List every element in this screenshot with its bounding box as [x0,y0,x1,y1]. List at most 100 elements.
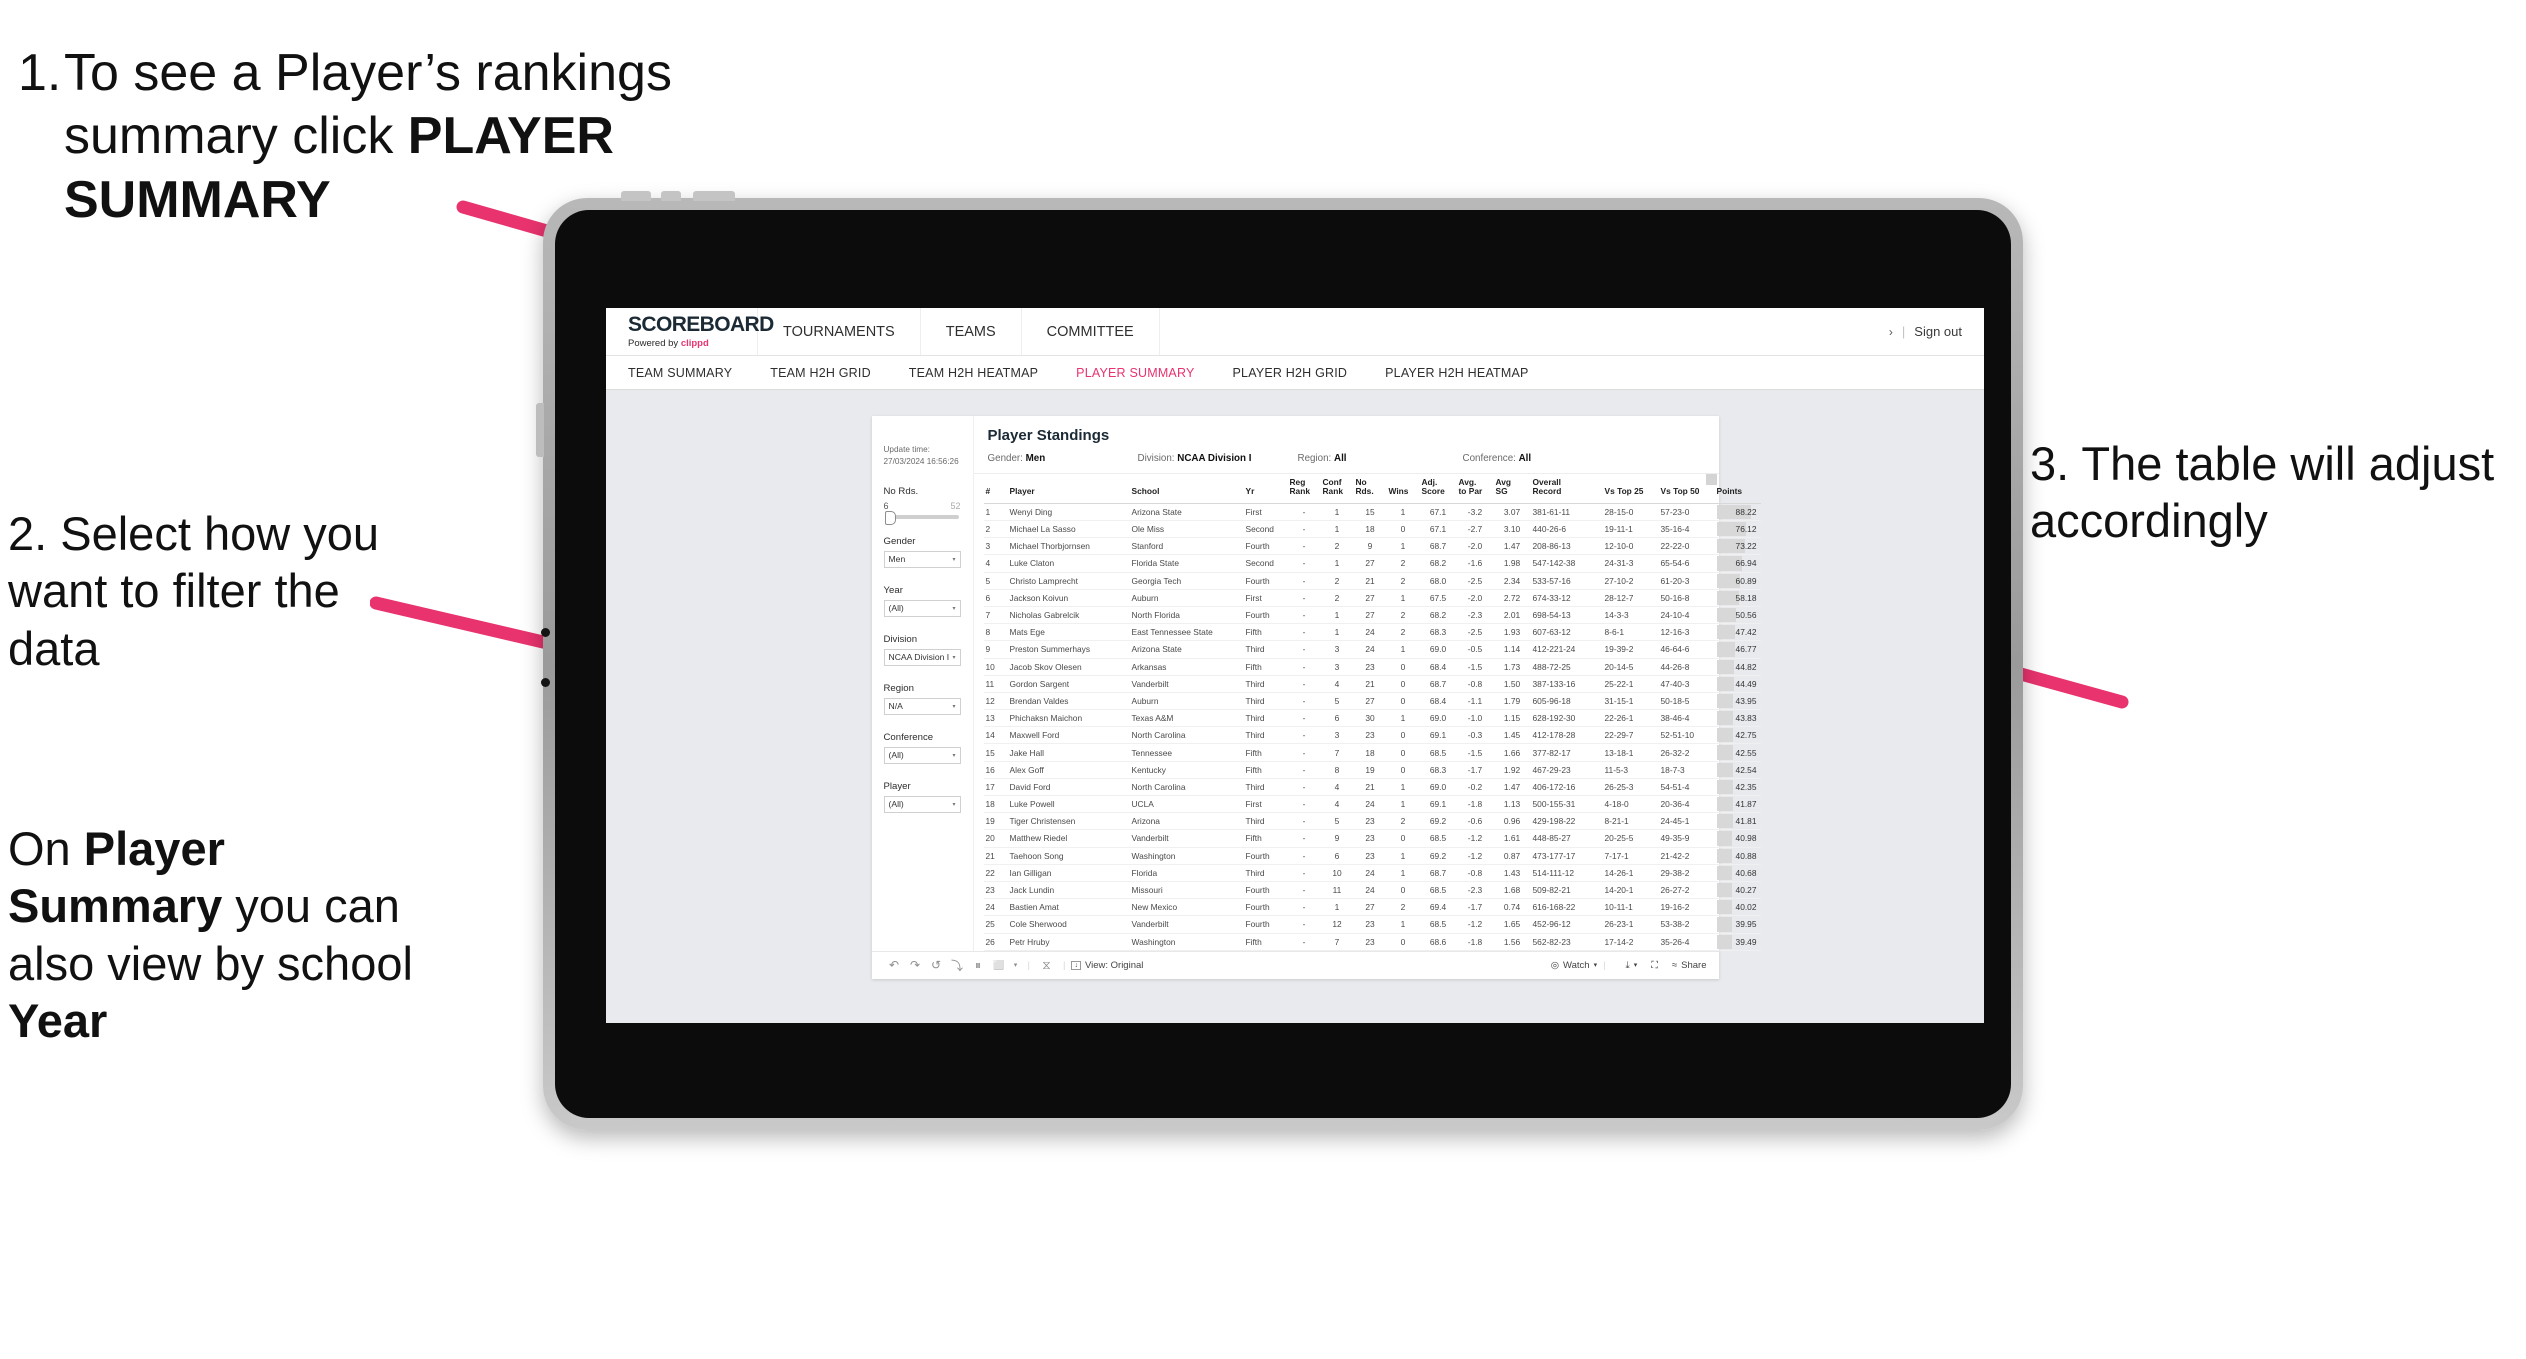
nav-item-committee[interactable]: COMMITTEE [1022,308,1160,355]
column-header-points[interactable]: Points [1714,474,1761,504]
table-row[interactable]: 18 Luke Powell UCLA First -4 24 1 69.1 -1.8 1.13 5… [983,795,1761,814]
table-row[interactable]: 5 Christo Lamprecht Georgia Tech Fourth -2 21… [983,572,1761,590]
cell-points: 44.49 [1714,675,1761,693]
column-header-overall-record[interactable]: Overall Record [1530,474,1603,504]
column-header-player[interactable]: Player [1007,474,1130,504]
region-dropdown[interactable]: N/A ▾ [883,697,961,715]
cell-avg-to-par: -1.1 [1456,692,1494,711]
share-button[interactable]: ≈ Share [1672,960,1707,971]
table-row[interactable]: 15 Jake Hall Tennessee Fifth -7 18 0 68.5 -1.5 1.… [983,743,1761,762]
column-header-school[interactable]: School [1129,474,1244,504]
cell-school: North Florida [1129,606,1244,625]
table-row[interactable]: 3 Michael Thorbjornsen Stanford Fourth -2 9 1 6… [983,537,1761,556]
undo-icon[interactable]: ↶ [884,958,905,972]
year-dropdown[interactable]: (All) ▾ [883,599,961,617]
tab-team-h2h-heatmap[interactable]: TEAM H2H HEATMAP [909,366,1058,380]
cell-: 12 [983,692,1008,711]
redo-icon[interactable]: ↷ [905,958,926,972]
tab-player-summary[interactable]: PLAYER SUMMARY [1076,366,1214,380]
cell-adj-score: 69.1 [1419,795,1457,814]
tab-player-h2h-heatmap[interactable]: PLAYER H2H HEATMAP [1385,366,1548,380]
fullscreen-button[interactable]: ⛶ [1651,960,1658,971]
table-row[interactable]: 6 Jackson Koivun Auburn First -2 27 1 67.5 -2.0 2… [983,589,1761,607]
vertical-scrollbar-thumb[interactable] [1705,474,1717,485]
cell-avg-to-par: -1.7 [1456,898,1494,917]
cell-school: East Tennessee State [1129,623,1244,642]
table-row[interactable]: 21 Taehoon Song Washington Fourth -6 23 1 69.2-… [983,847,1761,865]
conference-dropdown[interactable]: (All) ▾ [883,746,961,764]
pause-updates-icon[interactable]: ⏸ [968,958,989,973]
watch-button[interactable]: ◎ Watch ▾ [1551,960,1597,971]
column-header-conf-rank[interactable]: Conf Rank [1320,474,1354,504]
no-rounds-slider-track[interactable] [884,510,959,525]
tab-team-h2h-grid[interactable]: TEAM H2H GRID [770,366,891,380]
column-header-[interactable]: # [983,474,1008,504]
division-dropdown[interactable]: NCAA Division I ▾ [883,648,961,666]
points-bar [1716,642,1735,657]
cell-: 5 [983,572,1008,590]
column-header-adj-score[interactable]: Adj. Score [1419,474,1457,504]
gender-dropdown[interactable]: Men ▾ [883,550,961,568]
cell-yr: Fifth [1243,743,1288,762]
history-icon[interactable]: ⧖ [1036,958,1057,973]
table-row[interactable]: 17 David Ford North Carolina Third -4 21 1 69.0… [983,778,1761,797]
player-standings-table: # Player School Yr Reg Rank Conf Rank No Rds. Wins… [983,474,1761,951]
table-row[interactable]: 16 Alex Goff Kentucky Fifth -8 19 0 68.3 -1.7 1.9… [983,761,1761,779]
view-original-button[interactable]: ↓ View: Original [1071,960,1143,971]
column-header-no-rds[interactable]: No Rds. [1353,474,1387,504]
table-row[interactable]: 8 Mats Ege East Tennessee State Fifth -1 24 2 6… [983,623,1761,642]
table-row[interactable]: 10 Jacob Skov Olesen Arkansas Fifth -3 23 0 68.… [983,658,1761,676]
tab-team-summary[interactable]: TEAM SUMMARY [628,366,752,380]
tab-player-h2h-grid[interactable]: PLAYER H2H GRID [1233,366,1368,380]
cell-vs-top-50: 44-26-8 [1658,658,1715,676]
table-row[interactable]: 25 Cole Sherwood Vanderbilt Fourth -12 23 1 68.… [983,915,1761,934]
zoom-caret-icon[interactable]: ▾ [1010,961,1022,969]
cell-avg-to-par: -2.5 [1456,572,1494,590]
table-row[interactable]: 26 Petr Hruby Washington Fifth -7 23 0 68.6 -1.8… [983,933,1761,951]
column-header-vs-top-25[interactable]: Vs Top 25 [1602,474,1659,504]
cell-school: Washington [1129,847,1244,865]
column-header-reg-rank[interactable]: Reg Rank [1287,474,1321,504]
cell-wins: 1 [1386,640,1420,659]
table-row[interactable]: 19 Tiger Christensen Arizona Third -5 23 2 69.2… [983,812,1761,831]
cell-conf-rank: 3 [1320,658,1354,676]
zoom-icon[interactable]: ⬜ [989,960,1010,971]
table-row[interactable]: 14 Maxwell Ford North Carolina Third -3 23 0 69… [983,726,1761,745]
column-header-avg-to-par[interactable]: Avg. to Par [1456,474,1494,504]
column-header-wins[interactable]: Wins [1386,474,1420,504]
table-row[interactable]: 13 Phichaksn Maichon Texas A&M Third -6 30 1 69… [983,709,1761,728]
chevron-right-icon[interactable]: › [1889,325,1893,339]
nav-item-teams[interactable]: TEAMS [921,308,1022,355]
cell-vs-top-50: 26-27-2 [1658,881,1715,900]
sign-out-link[interactable]: Sign out [1914,324,1962,339]
table-row[interactable]: 9 Preston Summerhays Arizona State Third -3 2… [983,640,1761,659]
table-scroll-region[interactable]: # Player School Yr Reg Rank Conf Rank No Rds. Wins… [974,474,1761,951]
table-row[interactable]: 4 Luke Claton Florida State Second -1 27 2 68.2… [983,554,1761,573]
cell-points: 43.83 [1714,709,1761,728]
powered-by-text: Powered by [628,338,681,349]
cell-yr: Third [1243,709,1288,728]
refresh-data-icon[interactable]: ⤵ [947,957,968,974]
table-row[interactable]: 23 Jack Lundin Missouri Fourth -11 24 0 68.5 -2.… [983,881,1761,900]
player-dropdown[interactable]: (All) ▾ [883,795,961,813]
download-button[interactable]: ⤓ ▾ [1626,960,1638,971]
cell-conf-rank: 7 [1320,933,1354,951]
table-row[interactable]: 24 Bastien Amat New Mexico Fourth -1 27 2 69.4-… [983,898,1761,917]
cell-: 19 [983,812,1008,831]
table-row[interactable]: 11 Gordon Sargent Vanderbilt Third -4 21 0 68.7… [983,675,1761,693]
table-row[interactable]: 2 Michael La Sasso Ole Miss Second -1 18 0 67.1… [983,520,1761,539]
cell-points: 42.35 [1714,778,1761,797]
cell-vs-top-25: 12-10-0 [1602,537,1659,556]
table-row[interactable]: 1 Wenyi Ding Arizona State First -1 15 1 67.1 -3… [983,503,1761,522]
table-row[interactable]: 22 Ian Gilligan Florida Third -10 24 1 68.7 -0.8… [983,864,1761,882]
nav-item-tournaments[interactable]: TOURNAMENTS [758,308,921,355]
column-header-avg-sg[interactable]: Avg SG [1493,474,1531,504]
revert-icon[interactable]: ↺ [926,958,947,972]
table-row[interactable]: 7 Nicholas Gabrelcik North Florida Fourth -1… [983,606,1761,625]
no-rounds-slider-handle[interactable] [884,510,896,525]
column-header-yr[interactable]: Yr [1243,474,1288,504]
table-row[interactable]: 20 Matthew Riedel Vanderbilt Fifth -9 23 0 68.5… [983,829,1761,848]
points-value: 66.94 [1735,558,1757,569]
table-row[interactable]: 12 Brendan Valdes Auburn Third -5 27 0 68.4 -1.1… [983,692,1761,711]
cell-yr: First [1243,795,1288,814]
